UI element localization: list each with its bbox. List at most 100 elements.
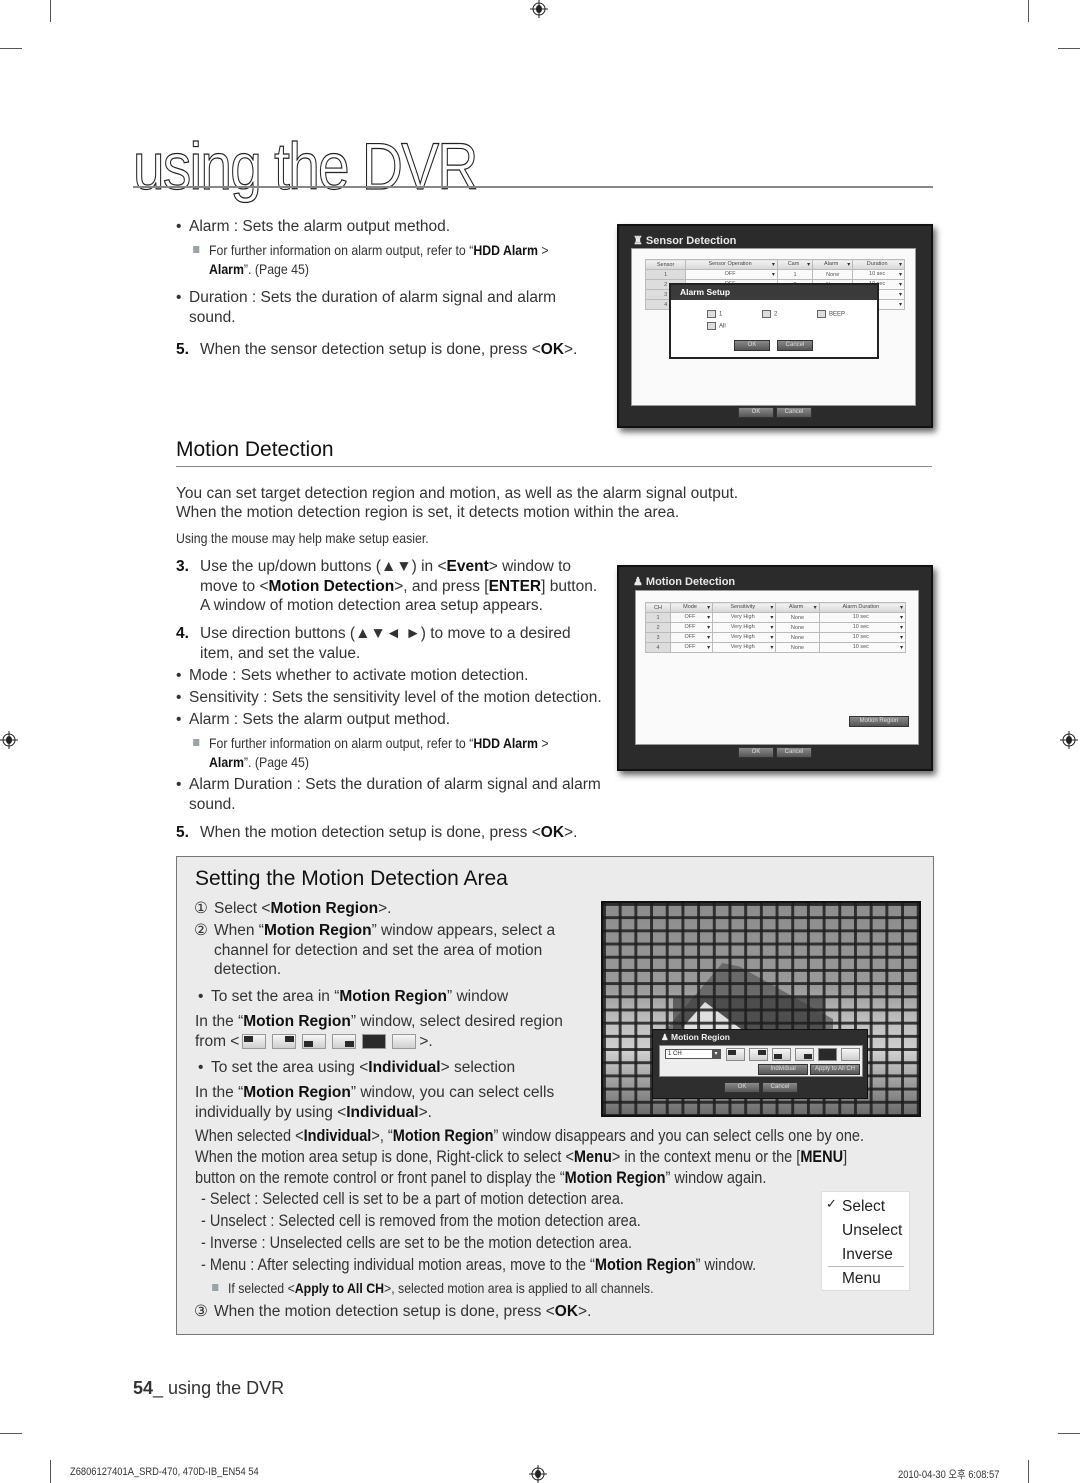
region-clear-button[interactable] [841, 1048, 860, 1061]
checkmark-icon: ✓ [826, 1196, 837, 1211]
cell[interactable]: None [775, 642, 820, 653]
note-icon [193, 739, 200, 746]
col-sensor: Sensor [644, 259, 687, 270]
note-icon [212, 1284, 219, 1291]
alarm-setup-title: Alarm Setup [671, 285, 877, 300]
cell[interactable]: Very High [712, 632, 777, 643]
cell[interactable]: 10 sec [852, 269, 905, 280]
context-menu-menu[interactable]: Menu [842, 1270, 881, 1288]
motion-panel: CH Mode Sensitivity Alarm Alarm Duration… [635, 590, 919, 745]
region-bottom-left-button[interactable] [772, 1048, 791, 1061]
crop-mark [50, 0, 51, 22]
crop-mark [1028, 0, 1029, 22]
apply-to-all-ch-button[interactable]: Apply to All CH [810, 1064, 860, 1075]
checkbox-alarm-2[interactable]: 2 [762, 310, 777, 318]
step-3: 3. Use the up/down buttons (▲▼) in <Event… [176, 558, 598, 614]
cell[interactable]: None [775, 612, 820, 623]
desc-unselect: - Unselect : Selected cell is removed fr… [201, 1212, 641, 1230]
table-row: 3OFFVery HighNone10 sec [644, 632, 907, 643]
region-full-icon [362, 1033, 387, 1049]
print-slug-left: Z6806127401A_SRD-470, 470D-IB_EN54 54 [70, 1466, 259, 1478]
bullet-alarm-duration: Alarm Duration : Sets the duration of al… [176, 775, 609, 814]
motion-region-dialog: ♟ Motion Region 1 CH Individual Apply to… [652, 1029, 868, 1099]
region-top-right-icon [272, 1033, 297, 1049]
motion-ok-button[interactable]: OK [738, 747, 774, 758]
context-menu-separator [828, 1266, 904, 1267]
crop-mark [1028, 1460, 1029, 1483]
cell[interactable]: 1 [776, 269, 814, 280]
desc-inverse: - Inverse : Unselected cells are set to … [201, 1234, 632, 1252]
col-mode[interactable]: Mode [670, 602, 714, 613]
checkbox-beep[interactable]: BEEP [817, 310, 845, 318]
crop-mark [1058, 48, 1080, 49]
col-sensor-operation[interactable]: Sensor Operation [685, 259, 778, 270]
note-hdd-alarm-md: For further information on alarm output,… [193, 734, 587, 772]
col-duration[interactable]: Duration [852, 259, 905, 270]
cell[interactable]: OFF [670, 632, 714, 643]
cell[interactable]: OFF [670, 642, 714, 653]
context-menu: ✓ Select Unselect Inverse Menu [821, 1191, 910, 1291]
crop-mark [0, 48, 22, 49]
region-full-button[interactable] [818, 1048, 837, 1061]
cell[interactable]: 10 sec [818, 612, 907, 623]
motion-region-cancel-button[interactable]: Cancel [762, 1082, 798, 1093]
registration-mark-icon [1060, 731, 1078, 749]
checkbox-all[interactable]: All [707, 322, 726, 330]
motion-region-ok-button[interactable]: OK [724, 1082, 760, 1093]
col-alarm[interactable]: Alarm [775, 602, 820, 613]
context-menu-unselect[interactable]: Unselect [842, 1222, 902, 1240]
alarm-setup-dialog: Alarm Setup 1 2 BEEP All OK Cancel [669, 283, 879, 359]
cell[interactable]: Very High [712, 622, 777, 633]
cell[interactable]: None [775, 622, 820, 633]
cell[interactable]: 10 sec [818, 642, 907, 653]
cell[interactable]: OFF [670, 612, 714, 623]
cell[interactable]: OFF [685, 269, 778, 280]
table-row: 1OFFVery HighNone10 sec [644, 612, 907, 623]
individual-button[interactable]: Individual [758, 1064, 808, 1075]
cell[interactable]: None [812, 269, 854, 280]
cell[interactable]: OFF [670, 622, 714, 633]
step-circled-1: ① Select <Motion Region>. [194, 900, 392, 917]
cell[interactable]: 10 sec [818, 622, 907, 633]
sensor-ok-button[interactable]: OK [738, 407, 774, 418]
cell[interactable]: Very High [712, 612, 777, 623]
cell[interactable]: None [775, 632, 820, 643]
motion-region-button[interactable]: Motion Region [849, 716, 909, 727]
table-row: 1OFF1None10 sec [644, 269, 905, 280]
step-4: 4. Use direction buttons (▲▼◄ ►) to move … [176, 625, 571, 662]
cell[interactable]: Very High [712, 642, 777, 653]
region-top-right-button[interactable] [749, 1048, 768, 1061]
alarm-setup-ok-button[interactable]: OK [734, 340, 770, 351]
checkbox-alarm-1[interactable]: 1 [707, 310, 722, 318]
cell: 1 [644, 269, 687, 280]
region-bottom-right-button[interactable] [795, 1048, 814, 1061]
channel-select[interactable]: 1 CH [665, 1049, 721, 1059]
registration-mark-icon [0, 731, 18, 749]
crop-mark [0, 1433, 22, 1434]
intro-line-1: You can set target detection region and … [176, 485, 739, 502]
sensor-cancel-button[interactable]: Cancel [776, 407, 812, 418]
region-top-left-button[interactable] [726, 1048, 745, 1061]
alarm-setup-cancel-button[interactable]: Cancel [777, 340, 813, 351]
motion-cancel-button[interactable]: Cancel [776, 747, 812, 758]
context-menu-select[interactable]: Select [842, 1198, 885, 1216]
cell: 3 [644, 632, 672, 643]
table-row: 2OFFVery HighNone10 sec [644, 622, 907, 633]
step-5-motion: 5. When the motion detection setup is don… [176, 824, 578, 841]
motion-detection-title: ♟ Motion Detection [633, 576, 736, 588]
crop-mark [1058, 1433, 1080, 1434]
step-circled-3: ③ When the motion detection setup is done… [194, 1303, 592, 1320]
region-clear-icon [392, 1033, 417, 1049]
col-sensitivity[interactable]: Sensitivity [712, 602, 777, 613]
col-alarm[interactable]: Alarm [812, 259, 854, 270]
context-menu-inverse[interactable]: Inverse [842, 1246, 893, 1264]
note-hdd-alarm: For further information on alarm output,… [193, 241, 587, 279]
col-cam[interactable]: Cam [776, 259, 814, 270]
motion-detection-screen: ♟ Motion Detection CH Mode Sensitivity A… [617, 565, 933, 771]
col-alarm-duration[interactable]: Alarm Duration [818, 602, 907, 613]
motion-region-panel: 1 CH Individual Apply to All CH [659, 1045, 863, 1077]
print-slug-right: 2010-04-30 오후 6:08:57 [898, 1469, 1000, 1481]
motion-region-title: ♟ Motion Region [661, 1032, 730, 1042]
bullet-individual: To set the area using <Individual> selec… [198, 1058, 515, 1078]
cell[interactable]: 10 sec [818, 632, 907, 643]
